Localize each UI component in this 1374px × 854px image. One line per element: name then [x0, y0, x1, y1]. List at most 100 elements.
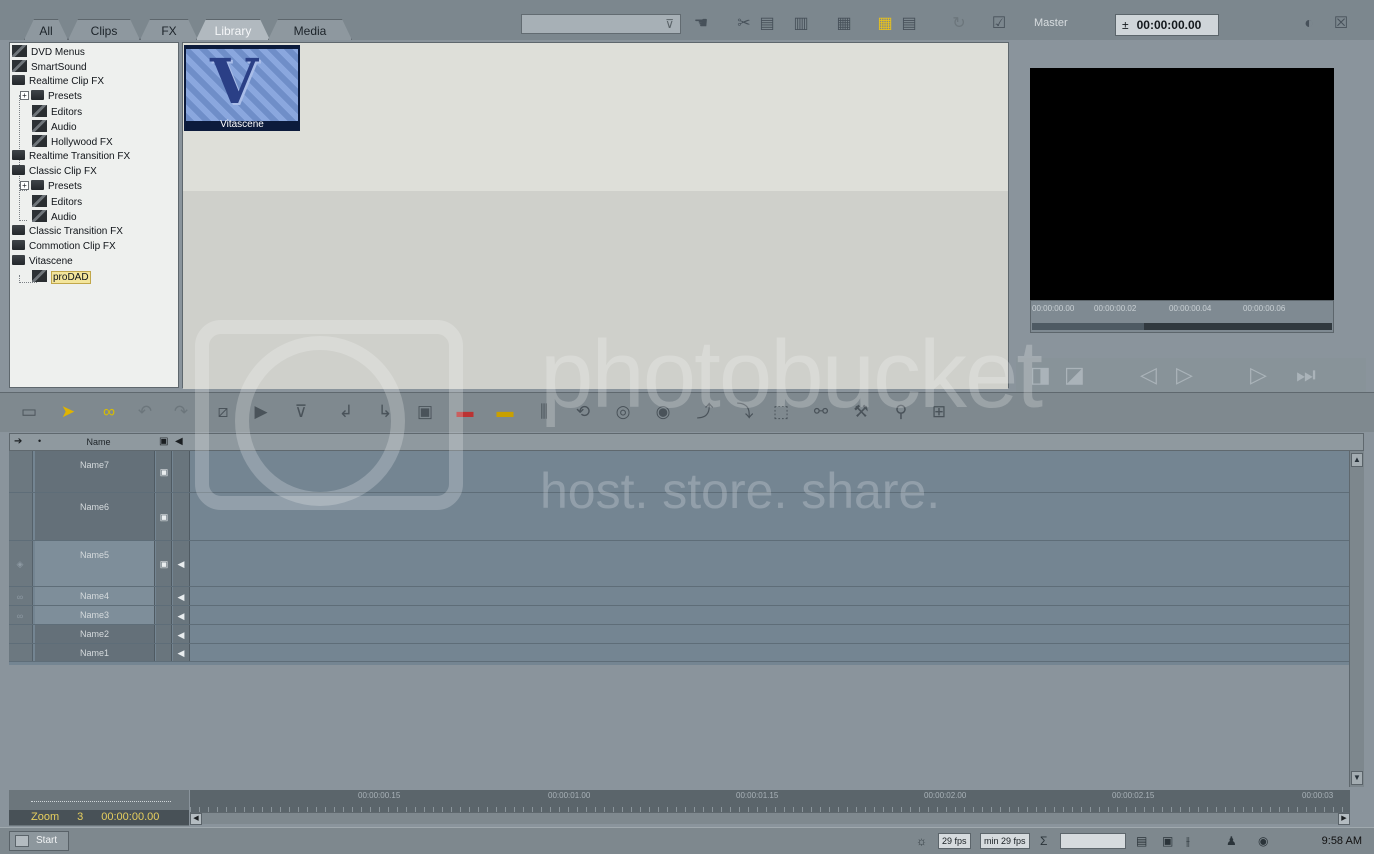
tree-item[interactable]: Vitascene [12, 255, 73, 270]
track-row[interactable]: ◈ Name5 ▣ ◀ [9, 541, 1349, 587]
track-lock-cell[interactable]: ∞ [9, 606, 33, 624]
eye-icon[interactable]: ◉ [1258, 833, 1268, 849]
insert-icon[interactable]: ↲ [335, 401, 357, 423]
track-lock-cell[interactable] [9, 451, 33, 492]
fit-icon[interactable]: ⊞ [928, 401, 950, 423]
fx-icon[interactable]: ▣ [414, 401, 436, 423]
track-audio-toggle[interactable] [173, 493, 190, 540]
track-lock-cell[interactable] [9, 493, 33, 540]
go-to-end-icon[interactable]: ⏭ [1296, 362, 1316, 388]
scroll-right-icon[interactable]: ▶ [1338, 813, 1350, 825]
mark-in-icon[interactable]: ◨ [1030, 362, 1051, 388]
scroll-up-icon[interactable]: ▲ [1351, 453, 1363, 467]
track-video-toggle[interactable] [156, 587, 172, 605]
box-icon[interactable]: ⬚ [770, 401, 792, 423]
track-name[interactable]: Name2 [35, 625, 155, 643]
tree-item[interactable]: DVD Menus [12, 45, 85, 60]
razor-icon[interactable]: ⧄ [212, 401, 234, 423]
window-close-icon[interactable]: ☒ [1330, 13, 1352, 35]
tab-media[interactable]: Media [268, 19, 352, 40]
split-icon[interactable]: ⫼ [533, 401, 555, 423]
track-audio-toggle[interactable]: ◀ [173, 587, 190, 605]
zoom-icon[interactable]: ⚲ [890, 401, 912, 423]
performance-icon[interactable]: ☼ [916, 833, 927, 849]
timeline-ruler[interactable]: 00:00:00.15 00:00:01.00 00:00:01.15 00:0… [190, 790, 1350, 812]
tree-item[interactable]: + Presets [20, 90, 82, 105]
track-video-toggle[interactable]: ▣ [156, 493, 172, 540]
track-row[interactable]: Name7 ▣ [9, 451, 1349, 493]
tree-expand-icon[interactable]: + [20, 91, 29, 100]
track-audio-toggle[interactable]: ◀ [173, 625, 190, 643]
pointer-icon[interactable]: ➤ [57, 401, 79, 423]
tree-item[interactable]: + Presets [20, 180, 82, 195]
list-view-icon[interactable]: ▤ [898, 13, 920, 35]
tab-all[interactable]: All [24, 19, 68, 40]
trash-icon[interactable]: ▦ [833, 13, 855, 35]
slip-icon[interactable]: ▶ [250, 401, 272, 423]
library-item-vitascene[interactable]: V Vitascene [184, 45, 300, 131]
track-area[interactable]: Name7 ▣ Name6 ▣ ◈ Name5 ▣ ◀ ∞ Name4 ◀ ∞ Name3 ◀ Name2 ◀… [9, 451, 1349, 665]
track-lock-cell[interactable]: ◈ [9, 541, 33, 586]
track-audio-toggle[interactable] [173, 451, 190, 492]
track-lock-cell[interactable] [9, 644, 33, 661]
track-video-toggle[interactable] [156, 606, 172, 624]
tab-library[interactable]: Library [196, 19, 270, 40]
dvd-icon[interactable]: ◐ [1294, 13, 1324, 35]
tree-item[interactable]: proDAD [32, 270, 91, 285]
tree-item[interactable]: Editors [32, 105, 82, 120]
tab-fx[interactable]: FX [140, 19, 198, 40]
link-icon[interactable]: ∞ [95, 401, 123, 423]
horizontal-scrollbar[interactable]: ◀ ▶ [190, 812, 1350, 825]
track-row[interactable]: Name6 ▣ [9, 493, 1349, 541]
tree-item[interactable]: Audio [32, 210, 77, 225]
play-icon[interactable]: ▷ [1250, 362, 1267, 388]
export-icon[interactable]: ⚒ [850, 401, 872, 423]
extract-icon[interactable]: ▬ [494, 401, 516, 423]
record-icon[interactable]: ◎ [612, 401, 634, 423]
track-lock-cell[interactable] [9, 625, 33, 643]
redo-icon[interactable]: ↷ [170, 401, 192, 423]
keyframe-remove-icon[interactable]: ⤵ [730, 401, 760, 423]
scroll-left-icon[interactable]: ◀ [190, 813, 202, 825]
tree-item[interactable]: Realtime Clip FX [12, 75, 104, 90]
hand-icon[interactable]: ☚ [690, 13, 712, 35]
storyboard-icon[interactable]: ▤ [1136, 833, 1147, 849]
scroll-down-icon[interactable]: ▼ [1351, 771, 1363, 785]
track-row[interactable]: ∞ Name3 ◀ [9, 606, 1349, 625]
next-frame-icon[interactable]: ▷ [1176, 362, 1193, 388]
track-name[interactable]: Name1 [35, 644, 155, 661]
mix-icon[interactable]: ◉ [652, 401, 674, 423]
loop-icon[interactable]: ⟲ [572, 401, 594, 423]
track-lock-cell[interactable]: ∞ [9, 587, 33, 605]
tree-item[interactable]: Realtime Transition FX [12, 150, 130, 165]
track-name[interactable]: Name6 [35, 493, 155, 540]
tree-item[interactable]: Hollywood FX [32, 135, 113, 150]
group-icon[interactable]: ⚯ [810, 401, 832, 423]
tree-item[interactable]: Classic Transition FX [12, 225, 123, 240]
users-icon[interactable]: ♟ [1226, 833, 1237, 849]
fx-tree[interactable]: DVD Menus SmartSound Realtime Clip FX + Pres… [9, 42, 179, 388]
vertical-scrollbar[interactable]: ▲ ▼ [1349, 451, 1364, 787]
track-row[interactable]: Name1 ◀ [9, 644, 1349, 662]
tree-item[interactable]: Classic Clip FX [12, 165, 97, 180]
track-video-toggle[interactable] [156, 644, 172, 661]
zoom-slider[interactable] [31, 794, 171, 802]
track-video-toggle[interactable]: ▣ [156, 541, 172, 586]
tree-item[interactable]: Audio [32, 120, 77, 135]
track-audio-toggle[interactable]: ◀ [173, 644, 190, 661]
funnel-icon[interactable]: ⊽ [665, 17, 674, 31]
library-browser[interactable]: V Vitascene [182, 42, 1009, 389]
track-name[interactable]: Name5 [35, 541, 155, 586]
track-audio-toggle[interactable]: ◀ [173, 541, 190, 586]
track-video-toggle[interactable] [156, 625, 172, 643]
mark-out-icon[interactable]: ◪ [1064, 362, 1085, 388]
scissors-icon[interactable]: ✂ [733, 13, 755, 35]
mixer-icon[interactable]: ⫲ [1186, 833, 1190, 849]
checkbox-icon[interactable]: ☑ [988, 13, 1010, 35]
track-arrow-icon[interactable]: ➔ [14, 436, 22, 447]
undo-icon[interactable]: ↶ [134, 401, 156, 423]
prev-frame-icon[interactable]: ◁ [1140, 362, 1157, 388]
filter-icon[interactable]: ⊽ [290, 401, 312, 423]
keyframe-icon[interactable]: ⤴ [690, 401, 720, 423]
tree-expand-icon[interactable]: + [20, 181, 29, 190]
